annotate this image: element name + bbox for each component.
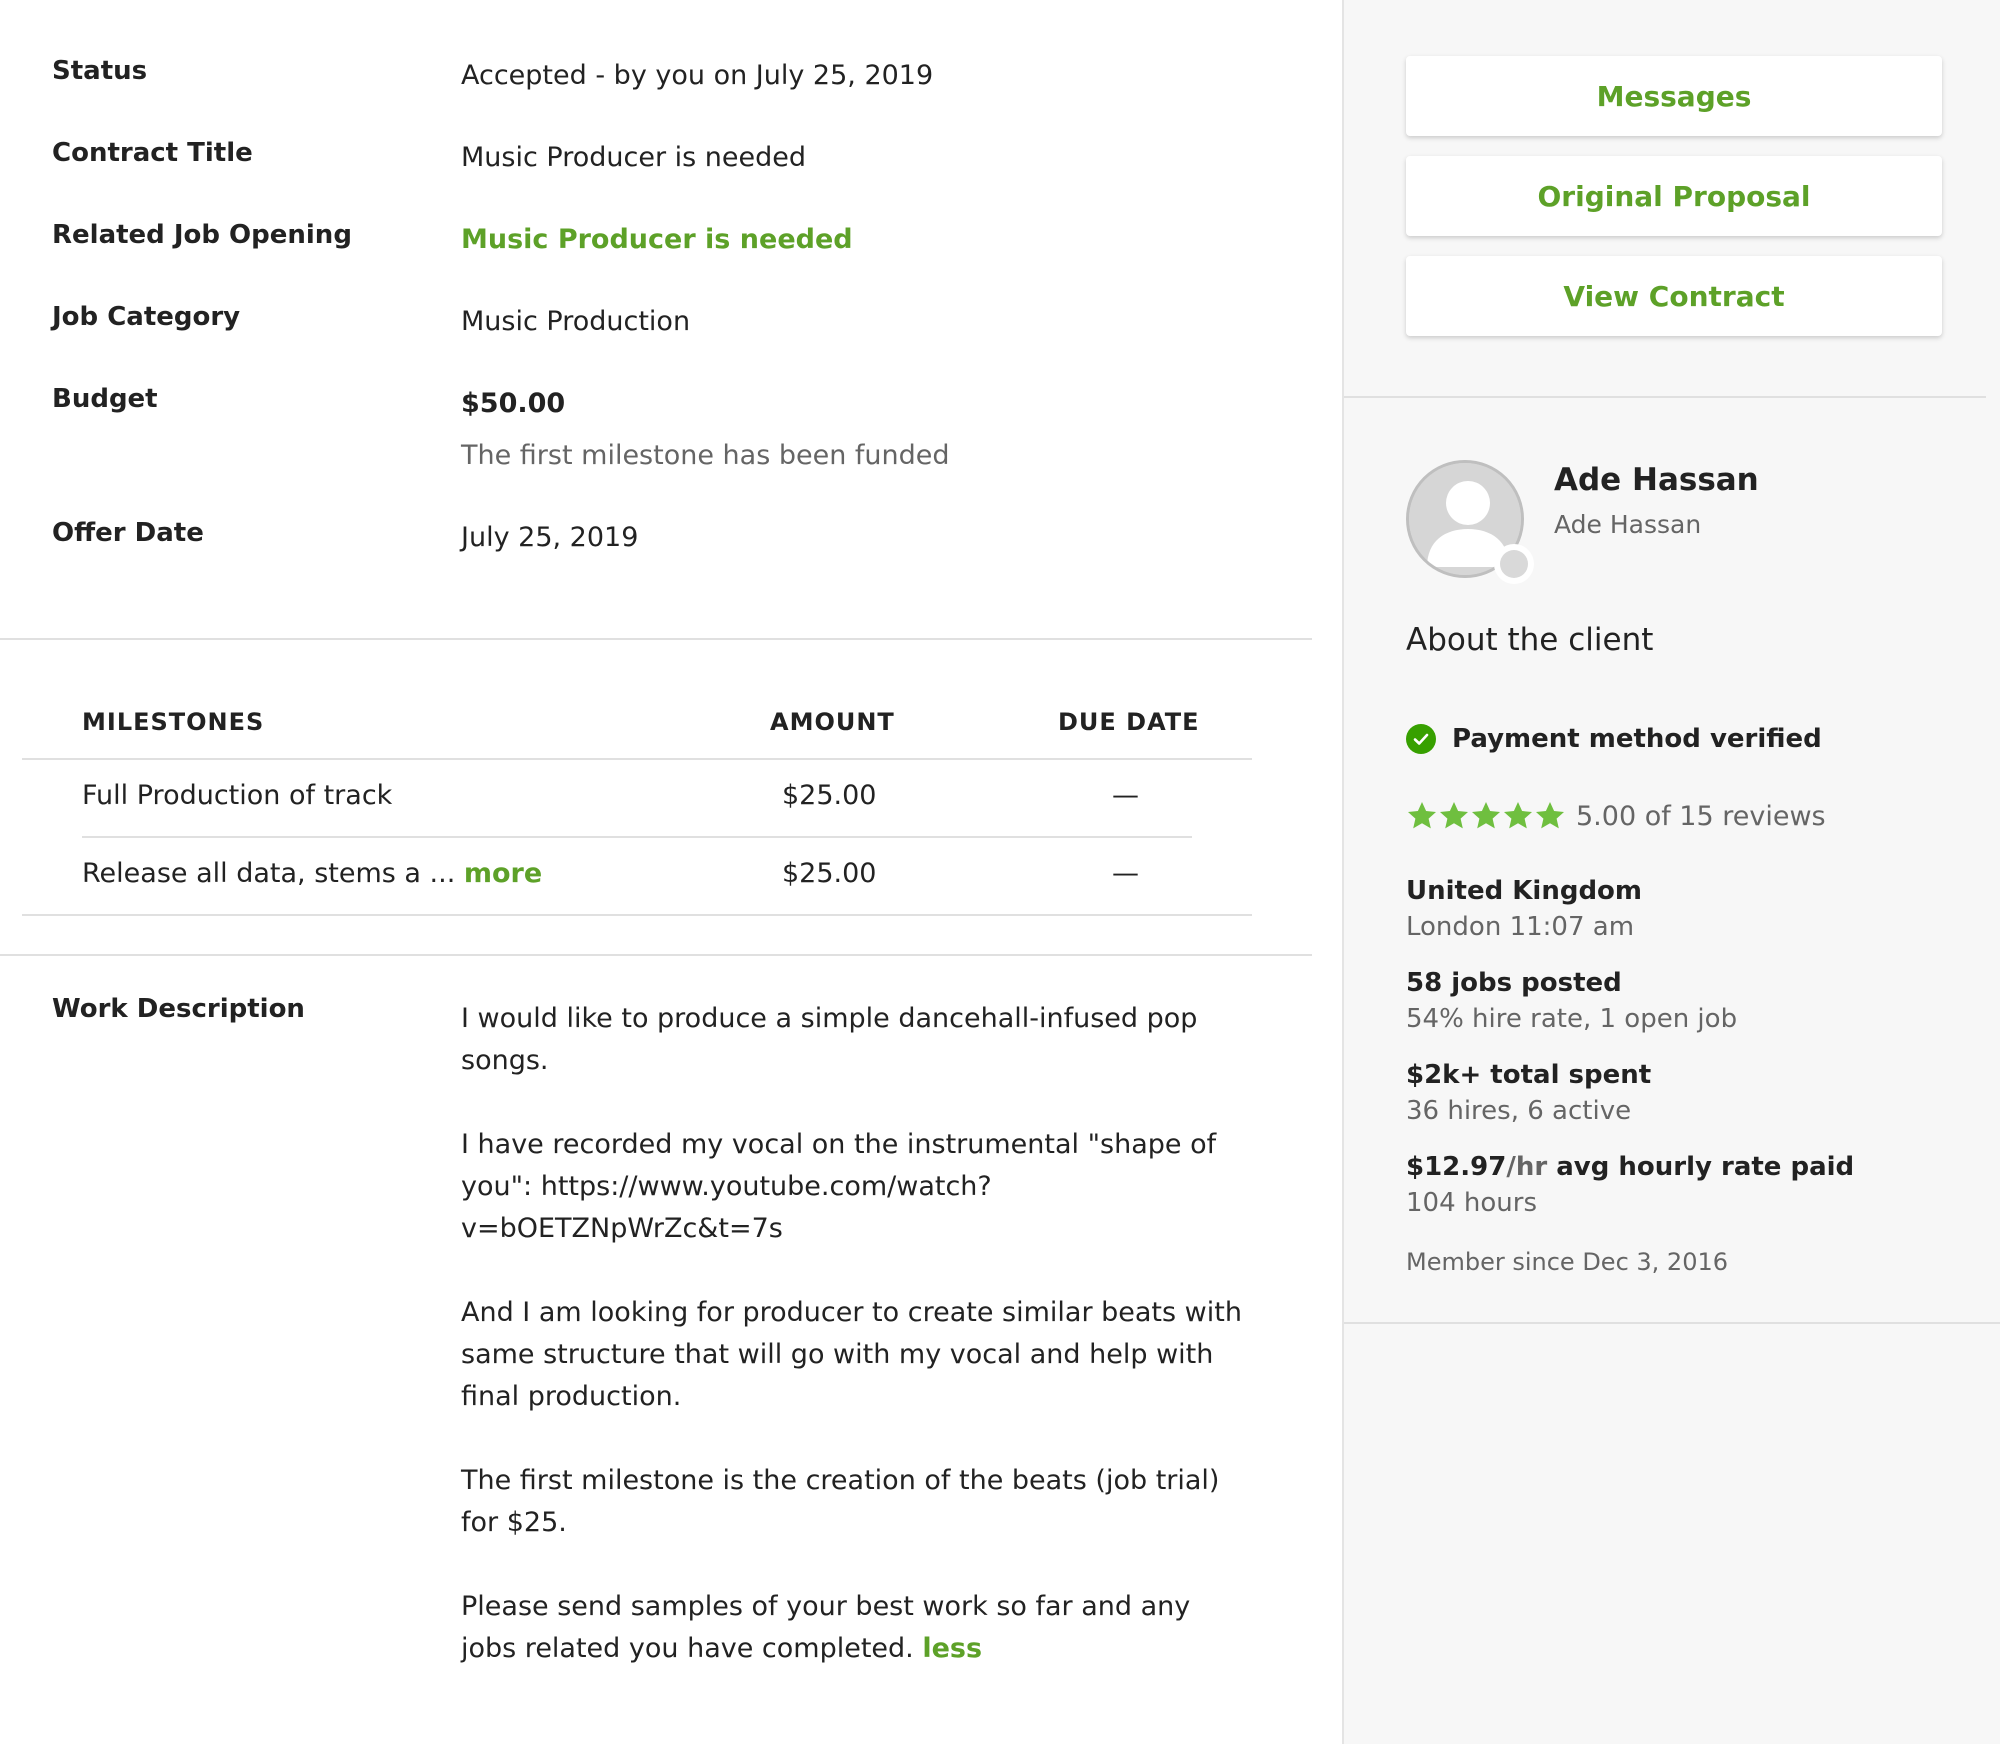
payment-verified-text: Payment method verified [1452, 724, 1822, 754]
description-paragraph-last: Please send samples of your best work so… [461, 1586, 1251, 1670]
hourly-unit: /hr [1506, 1152, 1548, 1182]
star-icon [1472, 802, 1500, 829]
contract-title-label: Contract Title [52, 138, 253, 168]
messages-button[interactable]: Messages [1406, 56, 1942, 136]
milestone-amount: $25.00 [782, 780, 877, 811]
offer-date-label: Offer Date [52, 518, 204, 548]
sidebar-divider [1344, 396, 1986, 398]
about-client-heading: About the client [1406, 622, 1654, 658]
offer-date-value: July 25, 2019 [461, 522, 639, 553]
description-paragraph: The first milestone is the creation of t… [461, 1465, 1220, 1538]
total-spent: $2k+ total spent [1406, 1060, 1652, 1090]
rating-text: 5.00 of 15 reviews [1576, 800, 1826, 832]
amount-header: AMOUNT [770, 708, 895, 736]
work-description-label: Work Description [52, 994, 305, 1024]
star-rating [1406, 800, 1566, 832]
milestone-name: Release all data, stems a ... [82, 858, 456, 889]
milestone-name: Full Production of track [82, 780, 393, 811]
description-paragraph: Please send samples of your best work so… [461, 1591, 1191, 1664]
milestone-amount: $25.00 [782, 858, 877, 889]
client-rating: 5.00 of 15 reviews [1406, 800, 1826, 832]
original-proposal-button[interactable]: Original Proposal [1406, 156, 1942, 236]
star-icon [1440, 802, 1468, 829]
client-country: United Kingdom [1406, 876, 1643, 906]
less-link[interactable]: less [922, 1633, 982, 1664]
job-category-label: Job Category [52, 302, 241, 332]
description-paragraph: I would like to produce a simple danceha… [461, 1003, 1198, 1076]
status-label: Status [52, 56, 148, 86]
budget-note: The first milestone has been funded [461, 440, 950, 471]
description-paragraph: I have recorded my vocal on the instrume… [461, 1129, 1217, 1244]
sidebar: Messages Original Proposal View Contract… [1342, 0, 2000, 1744]
client-location-time: London 11:07 am [1406, 912, 1635, 942]
member-since: Member since Dec 3, 2016 [1406, 1248, 1728, 1276]
avg-hourly-rate: $12.97/hr avg hourly rate paid [1406, 1152, 1854, 1182]
contract-details-panel: Status Accepted - by you on July 25, 201… [0, 0, 1342, 1744]
milestone-due-date: — [1112, 780, 1139, 811]
job-category-value: Music Production [461, 306, 691, 337]
star-icon [1408, 802, 1436, 829]
table-row-divider [82, 836, 1192, 838]
table-header-divider [22, 758, 1252, 760]
hourly-amount: $12.97 [1406, 1152, 1507, 1182]
sidebar-divider [1344, 1322, 2000, 1324]
view-contract-button[interactable]: View Contract [1406, 256, 1942, 336]
jobs-posted: 58 jobs posted [1406, 968, 1622, 998]
online-status-icon [1494, 544, 1534, 584]
hourly-label: avg hourly rate paid [1547, 1152, 1855, 1182]
hire-rate: 54% hire rate, 1 open job [1406, 1004, 1738, 1034]
due-date-header: DUE DATE [1058, 708, 1200, 736]
star-icon [1504, 802, 1532, 829]
check-circle-icon [1406, 724, 1436, 754]
contract-title-value: Music Producer is needed [461, 142, 807, 173]
related-job-label: Related Job Opening [52, 220, 352, 250]
divider [0, 638, 1312, 640]
milestones-header: MILESTONES [82, 708, 265, 736]
client-name: Ade Hassan [1554, 462, 1759, 498]
star-icon [1536, 802, 1564, 829]
hours-count: 104 hours [1406, 1188, 1537, 1218]
description-paragraph: And I am looking for producer to create … [461, 1297, 1242, 1412]
budget-label: Budget [52, 384, 158, 414]
client-username: Ade Hassan [1554, 510, 1702, 539]
status-value: Accepted - by you on July 25, 2019 [461, 60, 934, 91]
hires-count: 36 hires, 6 active [1406, 1096, 1632, 1126]
more-link[interactable]: more [464, 858, 542, 889]
budget-value: $50.00 [461, 388, 566, 419]
work-description-text: I would like to produce a simple danceha… [461, 998, 1251, 1670]
related-job-link[interactable]: Music Producer is needed [461, 224, 853, 255]
divider [0, 954, 1312, 956]
milestone-due-date: — [1112, 858, 1139, 889]
milestone-name-cell: Release all data, stems a ... more [82, 858, 542, 889]
table-bottom-divider [22, 914, 1252, 916]
payment-verified: Payment method verified [1406, 724, 1822, 754]
